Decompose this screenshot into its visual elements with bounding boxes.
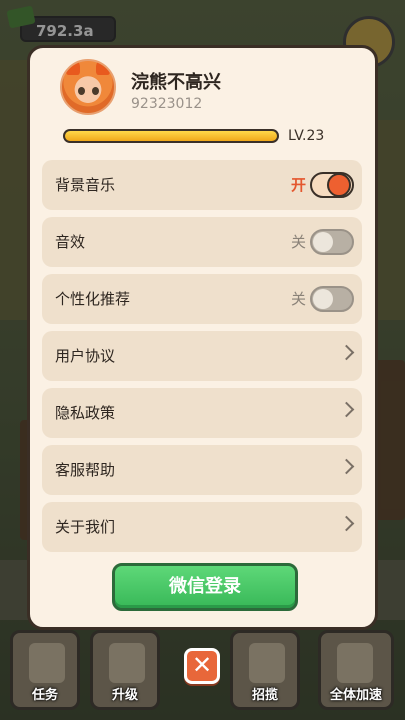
toggle-state-text: 关: [290, 233, 306, 251]
xp-progress-fill: [65, 131, 277, 141]
sound-effects-toggle[interactable]: [310, 229, 354, 255]
setting-row-music[interactable]: 背景音乐 开: [42, 160, 362, 210]
user-avatar: [60, 59, 116, 115]
setting-label: 音效: [55, 233, 86, 251]
bottom-button-label: 升级: [111, 688, 138, 703]
close-button[interactable]: ✕: [184, 648, 220, 684]
chevron-right-icon: [338, 344, 355, 361]
setting-label: 隐私政策: [55, 404, 116, 422]
megaphone-icon: [249, 643, 285, 683]
chevron-right-icon: [338, 401, 355, 418]
setting-label: 个性化推荐: [55, 290, 131, 308]
setting-label: 用户协议: [55, 347, 116, 365]
toggle-knob: [313, 289, 333, 309]
setting-row-privacy-policy[interactable]: 隐私政策: [42, 388, 362, 438]
wechat-login-button[interactable]: 微信登录: [112, 563, 298, 611]
task-clipboard-icon: [29, 643, 65, 683]
bottom-button-label: 全体加速: [329, 688, 382, 703]
xp-progress-bar: [63, 129, 279, 143]
chevron-right-icon: [338, 458, 355, 475]
hammer-icon: [109, 643, 145, 683]
bottom-button-upgrade[interactable]: 升级: [90, 630, 160, 710]
bottom-button-speed-up[interactable]: 全体加速: [318, 630, 394, 710]
bottom-button-tasks[interactable]: 任务: [10, 630, 80, 710]
setting-row-user-agreement[interactable]: 用户协议: [42, 331, 362, 381]
toggle-state-text: 关: [290, 290, 306, 308]
music-toggle[interactable]: [310, 172, 354, 198]
level-label: LV.23: [288, 128, 325, 144]
toggle-state-text: 开: [290, 176, 306, 194]
setting-row-personalized[interactable]: 个性化推荐 关: [42, 274, 362, 324]
setting-row-sound-effects[interactable]: 音效 关: [42, 217, 362, 267]
chevron-right-icon: [338, 515, 355, 532]
speed-up-icon: [337, 643, 373, 683]
personalized-recommendation-toggle[interactable]: [310, 286, 354, 312]
setting-label: 客服帮助: [55, 461, 116, 479]
settings-panel: 浣熊不高兴 92323012 LV.23 背景音乐 开 音效 关 个性化推荐 关…: [27, 45, 378, 630]
toggle-knob: [327, 173, 351, 197]
user-id: 92323012: [131, 96, 203, 112]
toggle-knob: [313, 232, 333, 252]
setting-label: 背景音乐: [55, 176, 116, 194]
bottom-button-label: 任务: [31, 688, 58, 703]
username: 浣熊不高兴: [131, 72, 221, 93]
bottom-button-label: 招揽: [251, 688, 278, 703]
setting-row-about-us[interactable]: 关于我们: [42, 502, 362, 552]
bottom-button-recruit[interactable]: 招揽: [230, 630, 300, 710]
setting-row-customer-support[interactable]: 客服帮助: [42, 445, 362, 495]
setting-label: 关于我们: [55, 518, 116, 536]
